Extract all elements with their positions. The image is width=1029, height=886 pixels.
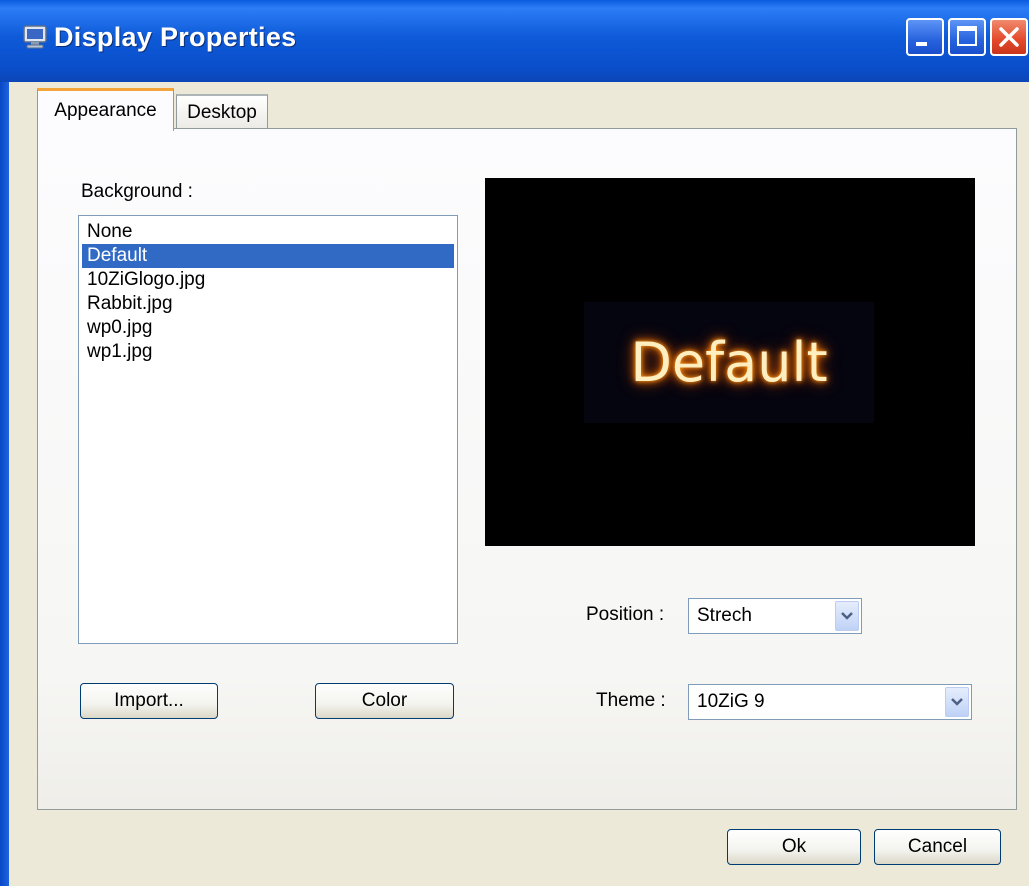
close-button[interactable] xyxy=(990,18,1028,56)
ok-button-label: Ok xyxy=(781,836,807,857)
cancel-button-label: Cancel xyxy=(907,836,968,857)
background-preview: Default xyxy=(485,178,975,546)
preview-default-text: Default xyxy=(630,331,828,394)
maximize-icon xyxy=(957,26,977,46)
monitor-icon xyxy=(22,24,48,50)
cancel-button[interactable]: Cancel xyxy=(874,829,1001,865)
tab-appearance-label: Appearance xyxy=(54,100,157,121)
list-item[interactable]: wp1.jpg xyxy=(82,340,454,364)
tab-appearance[interactable]: Appearance xyxy=(37,88,174,131)
display-properties-window: Display Properties Appearance Desktop Ba… xyxy=(0,0,1029,886)
position-dropdown[interactable]: Strech xyxy=(688,598,862,634)
import-button-label: Import... xyxy=(114,690,184,711)
theme-label: Theme : xyxy=(596,690,666,711)
tab-desktop-label: Desktop xyxy=(187,101,257,123)
list-item[interactable]: 10ZiGlogo.jpg xyxy=(82,268,454,292)
theme-dropdown[interactable]: 10ZiG 9 xyxy=(688,684,972,720)
color-button[interactable]: Color xyxy=(315,683,454,719)
maximize-button[interactable] xyxy=(948,18,986,56)
window-title: Display Properties xyxy=(54,22,297,52)
title-bar[interactable]: Display Properties xyxy=(0,0,1029,82)
list-item-selected[interactable]: Default xyxy=(82,244,454,268)
preview-image: Default xyxy=(584,302,874,423)
background-listbox[interactable]: None Default 10ZiGlogo.jpg Rabbit.jpg wp… xyxy=(78,215,458,644)
position-label: Position : xyxy=(586,604,665,625)
list-item[interactable]: Rabbit.jpg xyxy=(82,292,454,316)
position-value: Strech xyxy=(697,605,752,626)
chevron-down-icon[interactable] xyxy=(945,687,969,717)
close-icon xyxy=(999,27,1019,47)
import-button[interactable]: Import... xyxy=(80,683,218,719)
theme-value: 10ZiG 9 xyxy=(697,691,765,712)
background-label: Background : xyxy=(81,181,193,202)
minimize-button[interactable] xyxy=(906,18,944,56)
list-item[interactable]: None xyxy=(82,220,454,244)
chevron-down-icon[interactable] xyxy=(835,601,859,631)
color-button-label: Color xyxy=(361,690,408,711)
window-left-border xyxy=(0,82,9,886)
ok-button[interactable]: Ok xyxy=(727,829,861,865)
minimize-icon xyxy=(916,42,927,46)
list-item[interactable]: wp0.jpg xyxy=(82,316,454,340)
tab-desktop[interactable]: Desktop xyxy=(176,94,268,129)
